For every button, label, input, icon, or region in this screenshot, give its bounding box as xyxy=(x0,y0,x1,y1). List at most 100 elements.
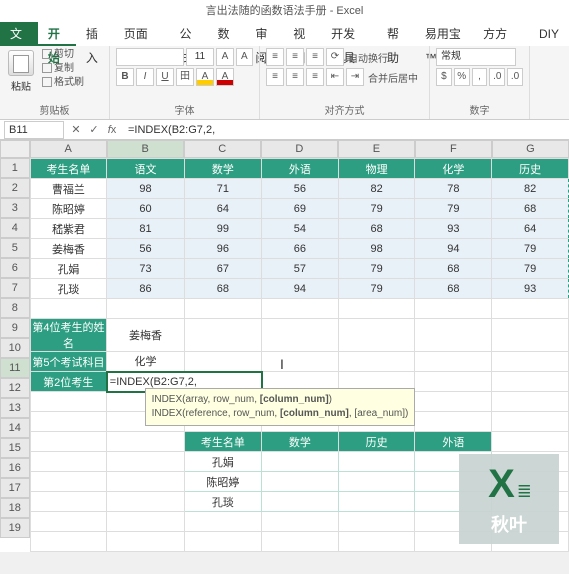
score-cell-4-2[interactable]: 57 xyxy=(262,259,339,279)
tab-dev[interactable]: 开发工具 xyxy=(321,22,377,46)
empty-9-3[interactable] xyxy=(415,319,492,352)
score-cell-5-2[interactable]: 94 xyxy=(262,279,339,299)
score-cell-1-2[interactable]: 69 xyxy=(262,199,339,219)
score-cell-1-5[interactable]: 68 xyxy=(492,199,569,219)
fill-color-button[interactable]: A xyxy=(196,68,214,86)
orientation-button[interactable]: ⟳ xyxy=(326,48,344,66)
empty-13-0[interactable] xyxy=(30,412,107,432)
score-cell-4-1[interactable]: 67 xyxy=(184,259,261,279)
score-cell-1-4[interactable]: 79 xyxy=(415,199,492,219)
increase-font-button[interactable]: A xyxy=(216,48,233,66)
col-header-b[interactable]: B xyxy=(107,140,184,158)
score-cell-5-4[interactable]: 68 xyxy=(415,279,492,299)
row-header-2[interactable]: 2 xyxy=(0,178,30,198)
accept-formula-button[interactable]: ✓ xyxy=(86,122,102,138)
empty-t2-1-1[interactable] xyxy=(107,472,184,492)
main-header-0[interactable]: 考生名单 xyxy=(30,159,107,179)
empty-18-0[interactable] xyxy=(30,512,107,532)
currency-button[interactable]: $ xyxy=(436,68,452,86)
decrease-font-button[interactable]: A xyxy=(236,48,253,66)
score-cell-0-4[interactable]: 78 xyxy=(415,179,492,199)
score-cell-0-2[interactable]: 56 xyxy=(262,179,339,199)
empty-19-1[interactable] xyxy=(107,532,184,552)
percent-button[interactable]: % xyxy=(454,68,470,86)
empty-14-0[interactable] xyxy=(30,432,107,452)
score-cell-2-3[interactable]: 68 xyxy=(338,219,415,239)
empty-9-0[interactable] xyxy=(184,319,261,352)
lookup-value-2[interactable]: 化学 xyxy=(107,352,184,372)
font-size-select[interactable]: 11 xyxy=(186,48,215,66)
score-cell-1-3[interactable]: 79 xyxy=(338,199,415,219)
score-cell-4-5[interactable]: 79 xyxy=(492,259,569,279)
score-cell-0-1[interactable]: 71 xyxy=(184,179,261,199)
tab-fangfang[interactable]: 方方格子 xyxy=(473,22,529,46)
empty-12-5[interactable] xyxy=(415,392,492,412)
formula-input[interactable]: =INDEX(B2:G7,2, xyxy=(124,124,569,136)
empty-8-6[interactable] xyxy=(492,299,569,319)
tab-data[interactable]: 数据 xyxy=(207,22,245,46)
main-header-2[interactable]: 数学 xyxy=(184,159,261,179)
empty-18-4[interactable] xyxy=(338,512,415,532)
main-header-6[interactable]: 历史 xyxy=(492,159,569,179)
align-left-button[interactable]: ≡ xyxy=(266,68,284,86)
fx-button[interactable]: fx xyxy=(104,122,120,138)
lookup-label-1[interactable]: 第4位考生的姓名 xyxy=(30,319,107,352)
row-header-19[interactable]: 19 xyxy=(0,518,30,538)
score-cell-3-0[interactable]: 56 xyxy=(107,239,184,259)
row-header-9[interactable]: 9 xyxy=(0,318,30,338)
student-name-0[interactable]: 曹福兰 xyxy=(30,179,107,199)
col-header-f[interactable]: F xyxy=(415,140,492,158)
score-cell-1-1[interactable]: 64 xyxy=(184,199,261,219)
empty-18-2[interactable] xyxy=(184,512,261,532)
score-cell-2-2[interactable]: 54 xyxy=(262,219,339,239)
student-name-2[interactable]: 嵇紫君 xyxy=(30,219,107,239)
bold-button[interactable]: B xyxy=(116,68,134,86)
student-name-5[interactable]: 孔琰 xyxy=(30,279,107,299)
tab-diy[interactable]: DIY xyxy=(529,22,569,46)
row-header-14[interactable]: 14 xyxy=(0,418,30,438)
row-header-10[interactable]: 10 xyxy=(0,338,30,358)
lookup-value-1[interactable]: 姜梅香 xyxy=(107,319,184,352)
row-header-12[interactable]: 12 xyxy=(0,378,30,398)
font-name-select[interactable] xyxy=(116,48,184,66)
empty-t2-1-0[interactable] xyxy=(30,472,107,492)
empty-9-2[interactable] xyxy=(338,319,415,352)
align-center-button[interactable]: ≡ xyxy=(286,68,304,86)
empty-19-2[interactable] xyxy=(184,532,261,552)
empty-9-4[interactable] xyxy=(492,319,569,352)
table2-header-2[interactable]: 历史 xyxy=(338,432,415,452)
tab-help[interactable]: 帮助 xyxy=(377,22,415,46)
font-color-button[interactable]: A xyxy=(216,68,234,86)
tab-formulas[interactable]: 公式 xyxy=(170,22,208,46)
table2-header-3[interactable]: 外语 xyxy=(415,432,492,452)
col-header-a[interactable]: A xyxy=(30,140,107,158)
copy-button[interactable]: 复制 xyxy=(40,62,84,76)
indent-inc-button[interactable]: ⇥ xyxy=(346,68,364,86)
empty-t2-2-1[interactable] xyxy=(107,492,184,512)
comma-button[interactable]: , xyxy=(472,68,488,86)
score-cell-3-2[interactable]: 66 xyxy=(262,239,339,259)
score-cell-5-3[interactable]: 79 xyxy=(338,279,415,299)
row-header-15[interactable]: 15 xyxy=(0,438,30,458)
align-top-button[interactable]: ≡ xyxy=(266,48,284,66)
lookup-label-2[interactable]: 第5个考试科目 xyxy=(30,352,107,372)
table2-cell-0-1[interactable] xyxy=(338,452,415,472)
empty-10-2[interactable] xyxy=(338,352,415,372)
empty-13-6[interactable] xyxy=(492,412,569,432)
wrap-text-button[interactable]: 自动换行 xyxy=(346,50,388,65)
score-cell-5-5[interactable]: 93 xyxy=(492,279,569,299)
row-header-13[interactable]: 13 xyxy=(0,398,30,418)
empty-18-1[interactable] xyxy=(107,512,184,532)
score-cell-4-3[interactable]: 79 xyxy=(338,259,415,279)
score-cell-2-0[interactable]: 81 xyxy=(107,219,184,239)
student-name-3[interactable]: 姜梅香 xyxy=(30,239,107,259)
score-cell-5-1[interactable]: 68 xyxy=(184,279,261,299)
cut-button[interactable]: 剪切 xyxy=(40,48,84,62)
row-header-6[interactable]: 6 xyxy=(0,258,30,278)
col-header-c[interactable]: C xyxy=(184,140,261,158)
score-cell-2-5[interactable]: 64 xyxy=(492,219,569,239)
tab-layout[interactable]: 页面布局 xyxy=(114,22,170,46)
score-cell-0-0[interactable]: 98 xyxy=(107,179,184,199)
dec-decimal-button[interactable]: .0 xyxy=(507,68,523,86)
tab-insert[interactable]: 插入 xyxy=(76,22,114,46)
